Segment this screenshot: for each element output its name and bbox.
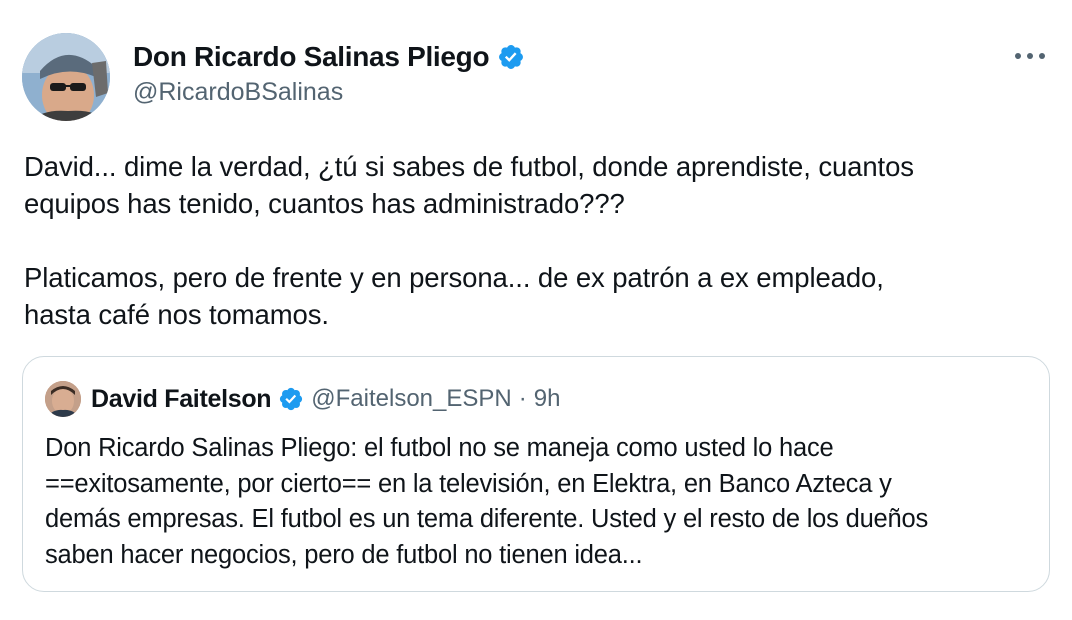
author-avatar[interactable] (22, 33, 110, 121)
verified-badge-icon[interactable] (497, 43, 525, 71)
author-info: Don Ricardo Salinas Pliego @RicardoBSali… (133, 40, 525, 107)
more-options-button[interactable] (1010, 44, 1050, 68)
quoted-header: David Faitelson @Faitelson_ESPN · 9h (91, 381, 560, 417)
quoted-timestamp[interactable]: 9h (534, 385, 561, 413)
quoted-author-avatar[interactable] (45, 381, 81, 417)
separator-dot: · (518, 385, 527, 412)
quoted-tweet[interactable]: David Faitelson @Faitelson_ESPN · 9h Don… (22, 356, 1050, 592)
quoted-author-name[interactable]: David Faitelson (91, 385, 272, 414)
author-handle[interactable]: @RicardoBSalinas (133, 78, 525, 107)
profile-photo-icon (45, 381, 81, 417)
quoted-author-handle[interactable]: @Faitelson_ESPN (311, 385, 511, 413)
more-horizontal-icon (1015, 53, 1045, 59)
tweet-card: Don Ricardo Salinas Pliego @RicardoBSali… (0, 0, 1072, 620)
profile-photo-icon (22, 33, 110, 121)
tweet-text: David... dime la verdad, ¿tú si sabes de… (24, 151, 914, 330)
author-name[interactable]: Don Ricardo Salinas Pliego (133, 41, 490, 73)
author-name-row: Don Ricardo Salinas Pliego (133, 40, 525, 74)
quoted-tweet-text: Don Ricardo Salinas Pliego: el futbol no… (45, 434, 929, 569)
verified-badge-icon[interactable] (278, 386, 304, 412)
